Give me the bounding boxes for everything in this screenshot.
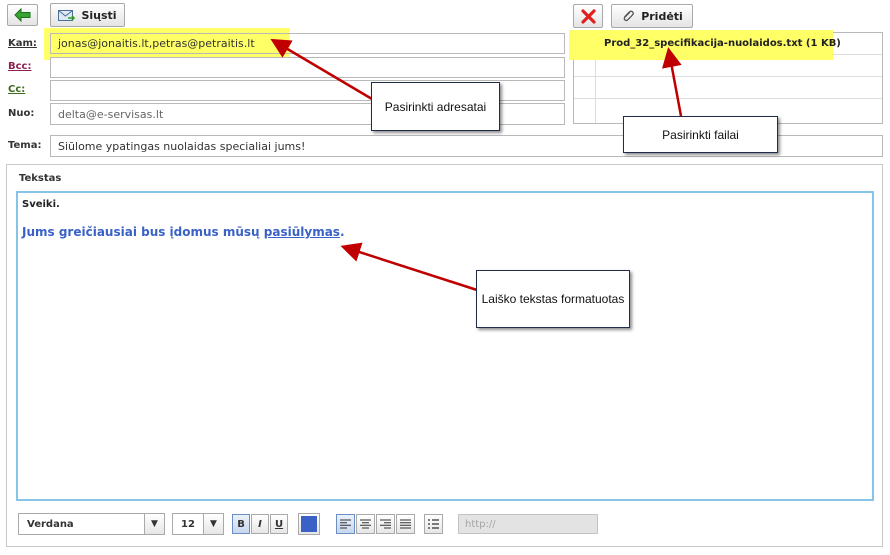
align-left-button[interactable]	[336, 514, 355, 534]
align-right-button[interactable]	[376, 514, 395, 534]
chevron-down-icon: ▼	[203, 514, 223, 534]
attach-button[interactable]: Pridėti	[611, 4, 693, 28]
text-callout: Laiško tekstas formatuotas	[476, 270, 630, 328]
back-button[interactable]	[7, 4, 38, 26]
delete-attachment-button[interactable]	[573, 4, 603, 28]
attachment-row	[574, 77, 882, 99]
align-justify-button[interactable]	[396, 514, 415, 534]
align-right-icon	[380, 519, 391, 529]
bullet-list-icon	[428, 519, 439, 529]
red-x-icon	[580, 8, 596, 24]
italic-button[interactable]: I	[251, 514, 269, 534]
files-callout-text: Pasirinkti failai	[662, 127, 739, 142]
greeting-text: Sveiki.	[22, 199, 60, 210]
align-left-icon	[340, 519, 351, 529]
bcc-label[interactable]: Bcc:	[8, 61, 31, 72]
from-field-value: delta@e-servisas.lt	[58, 107, 164, 121]
underline-button[interactable]: U	[270, 514, 288, 534]
cc-label[interactable]: Cc:	[8, 84, 25, 95]
subject-field-value: Siūlome ypatingas nuolaidas specialiai j…	[58, 139, 306, 153]
offer-link[interactable]: pasiūlymas	[264, 225, 340, 239]
bold-button[interactable]: B	[232, 514, 250, 534]
font-select-value: Verdana	[27, 518, 74, 530]
subject-label: Tema:	[8, 140, 42, 151]
italic-button-label: I	[258, 518, 262, 530]
attachment-filename[interactable]: Prod_32_specifikacija-nuolaidos.txt (1 K…	[604, 38, 841, 49]
recipients-callout-text: Pasirinkti adresatai	[384, 99, 487, 114]
message-text-before: Jums greičiausiai bus įdomus mūsų	[22, 225, 264, 239]
text-callout-text: Laiško tekstas formatuotas	[481, 292, 625, 306]
align-center-button[interactable]	[356, 514, 375, 534]
link-url-input[interactable]: http://	[458, 514, 598, 534]
text-color-swatch	[301, 516, 317, 532]
arrow-left-icon	[13, 8, 30, 22]
align-center-icon	[360, 519, 371, 529]
recipients-callout: Pasirinkti adresatai	[371, 82, 500, 131]
bullet-list-button[interactable]	[424, 514, 443, 534]
to-field[interactable]: jonas@jonaitis.lt,petras@petraitis.lt	[50, 33, 565, 54]
attach-button-label: Pridėti	[641, 9, 683, 23]
link-url-placeholder: http://	[465, 518, 496, 530]
align-justify-icon	[400, 519, 411, 529]
send-button-label: Siųsti	[81, 8, 117, 22]
bold-button-label: B	[237, 518, 245, 530]
from-label: Nuo:	[8, 108, 35, 119]
underline-button-label: U	[274, 518, 284, 530]
paperclip-icon	[623, 10, 635, 22]
font-size-select[interactable]: 12 ▼	[172, 513, 224, 535]
send-button[interactable]: Siųsti	[50, 3, 125, 27]
font-select[interactable]: Verdana ▼	[18, 513, 165, 535]
files-callout: Pasirinkti failai	[623, 116, 778, 153]
message-editor[interactable]: Sveiki. Jums greičiausiai bus įdomus mūs…	[16, 191, 874, 501]
to-field-value: jonas@jonaitis.lt,petras@petraitis.lt	[58, 37, 255, 50]
envelope-icon	[58, 9, 76, 21]
message-text-after: .	[339, 225, 345, 239]
text-color-button[interactable]	[298, 513, 320, 535]
font-size-value: 12	[181, 518, 195, 530]
chevron-down-icon: ▼	[144, 514, 164, 534]
bcc-field[interactable]	[50, 57, 565, 78]
body-section-label: Tekstas	[19, 173, 62, 184]
message-text: Jums greičiausiai bus įdomus mūsų pasiūl…	[22, 225, 345, 239]
to-label[interactable]: Kam:	[8, 38, 37, 49]
